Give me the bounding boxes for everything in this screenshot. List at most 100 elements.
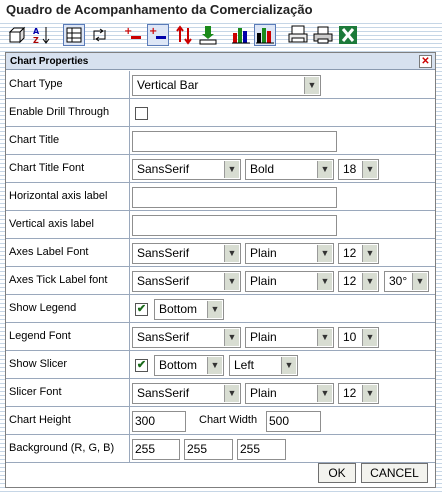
slicer-position-select[interactable]: Bottom ▼ <box>154 355 224 376</box>
chart-type-select[interactable]: Vertical Bar ▼ <box>132 75 321 96</box>
close-icon[interactable]: ✕ <box>419 55 432 68</box>
window-title: Quadro de Acompanhamento da Comercializa… <box>0 0 442 20</box>
bar-chart-icon[interactable] <box>230 24 252 46</box>
axes-tick-font-style-select[interactable]: Plain ▼ <box>245 271 334 292</box>
row-axes-label-font: Axes Label Font SansSerif ▼ Plain ▼ 12 ▼ <box>6 239 435 267</box>
chevron-down-icon: ▼ <box>362 385 377 402</box>
sort-arrows-icon[interactable] <box>173 24 195 46</box>
legend-position-select[interactable]: Bottom ▼ <box>154 299 224 320</box>
chevron-down-icon: ▼ <box>317 161 332 178</box>
chevron-down-icon: ▼ <box>224 385 239 402</box>
vertical-axis-label-input[interactable] <box>132 215 337 236</box>
legend-font-label: Legend Font <box>9 330 71 342</box>
print-icon[interactable] <box>312 24 334 46</box>
horizontal-axis-label-label: Horizontal axis label <box>9 190 108 202</box>
dialog-title: Chart Properties <box>6 53 435 70</box>
chart-title-input[interactable] <box>132 131 337 152</box>
show-slicer-checkbox[interactable]: ✔ <box>135 359 148 372</box>
toolbar: AZ + + <box>0 22 442 50</box>
chart-properties-icon[interactable] <box>254 24 276 46</box>
slicer-font-family-select[interactable]: SansSerif ▼ <box>132 383 241 404</box>
expand-minus-icon[interactable]: + <box>122 24 144 46</box>
show-slicer-label: Show Slicer <box>9 358 68 370</box>
slicer-font-label: Slicer Font <box>9 386 62 398</box>
axes-label-font-style-select[interactable]: Plain ▼ <box>245 243 334 264</box>
chevron-down-icon: ▼ <box>362 273 377 290</box>
row-show-legend: Show Legend ✔ Bottom ▼ <box>6 295 435 323</box>
drill-through-label: Enable Drill Through <box>9 106 110 118</box>
svg-text:+: + <box>149 26 157 37</box>
background-b-input[interactable]: 255 <box>237 439 286 460</box>
row-chart-type: Chart Type Vertical Bar ▼ <box>6 71 435 99</box>
chevron-down-icon: ▼ <box>207 357 222 374</box>
row-chart-title-font: Chart Title Font SansSerif ▼ Bold ▼ 18 ▼ <box>6 155 435 183</box>
chevron-down-icon: ▼ <box>317 245 332 262</box>
axes-label-font-size-select[interactable]: 12 ▼ <box>338 243 379 264</box>
collapse-minus-icon[interactable]: + <box>147 24 169 46</box>
chevron-down-icon: ▼ <box>317 385 332 402</box>
chevron-down-icon: ▼ <box>362 161 377 178</box>
row-slicer-font: Slicer Font SansSerif ▼ Plain ▼ 12 ▼ <box>6 379 435 407</box>
export-down-icon[interactable] <box>197 24 219 46</box>
row-drill-through: Enable Drill Through <box>6 99 435 127</box>
chevron-down-icon: ▼ <box>304 77 319 94</box>
row-axes-tick-label-font: Axes Tick Label font SansSerif ▼ Plain ▼… <box>6 267 435 295</box>
svg-text:+: + <box>124 26 132 37</box>
legend-font-family-select[interactable]: SansSerif ▼ <box>132 327 241 348</box>
chevron-down-icon: ▼ <box>317 273 332 290</box>
sort-az-icon[interactable]: AZ <box>31 24 53 46</box>
row-show-slicer: Show Slicer ✔ Bottom ▼ Left ▼ <box>6 351 435 379</box>
horizontal-axis-label-input[interactable] <box>132 187 337 208</box>
chart-type-label: Chart Type <box>9 78 63 90</box>
background-g-input[interactable]: 255 <box>184 439 233 460</box>
chart-height-input[interactable]: 300 <box>132 411 186 432</box>
chevron-down-icon: ▼ <box>224 245 239 262</box>
slicer-align-select[interactable]: Left ▼ <box>229 355 298 376</box>
row-chart-size: Chart Height 300 Chart Width 500 <box>6 407 435 435</box>
slicer-font-size-select[interactable]: 12 ▼ <box>338 383 379 404</box>
chart-title-font-family-select[interactable]: SansSerif ▼ <box>132 159 241 180</box>
chart-title-label: Chart Title <box>9 134 60 146</box>
chart-width-input[interactable]: 500 <box>266 411 321 432</box>
row-horizontal-axis-label: Horizontal axis label <box>6 183 435 211</box>
chevron-down-icon: ▼ <box>281 357 296 374</box>
legend-font-size-select[interactable]: 10 ▼ <box>338 327 379 348</box>
axes-tick-rotation-select[interactable]: 30° ▼ <box>384 271 429 292</box>
ok-button[interactable]: OK <box>318 463 356 483</box>
cube-icon[interactable] <box>6 24 28 46</box>
legend-font-style-select[interactable]: Plain ▼ <box>245 327 334 348</box>
background-label: Background (R, G, B) <box>9 442 115 454</box>
table-toggle-icon[interactable] <box>63 24 85 46</box>
background-r-input[interactable]: 255 <box>132 439 180 460</box>
excel-icon[interactable] <box>337 24 359 46</box>
axes-label-font-label: Axes Label Font <box>9 246 89 258</box>
chart-height-label: Chart Height <box>9 414 71 426</box>
axes-label-font-family-select[interactable]: SansSerif ▼ <box>132 243 241 264</box>
swap-axes-icon[interactable] <box>88 24 110 46</box>
chevron-down-icon: ▼ <box>362 329 377 346</box>
axes-tick-font-family-select[interactable]: SansSerif ▼ <box>132 271 241 292</box>
chevron-down-icon: ▼ <box>224 329 239 346</box>
show-legend-checkbox[interactable]: ✔ <box>135 303 148 316</box>
vertical-axis-label-label: Vertical axis label <box>9 218 94 230</box>
slicer-font-style-select[interactable]: Plain ▼ <box>245 383 334 404</box>
row-vertical-axis-label: Vertical axis label <box>6 211 435 239</box>
drill-through-checkbox[interactable] <box>135 107 148 120</box>
chevron-down-icon: ▼ <box>362 245 377 262</box>
chevron-down-icon: ▼ <box>317 329 332 346</box>
row-legend-font: Legend Font SansSerif ▼ Plain ▼ 10 ▼ <box>6 323 435 351</box>
chart-properties-dialog: Chart Properties ✕ Chart Type Vertical B… <box>5 52 436 488</box>
show-legend-label: Show Legend <box>9 302 77 314</box>
cancel-button[interactable]: CANCEL <box>361 463 428 483</box>
row-background: Background (R, G, B) 255 255 255 <box>6 435 435 463</box>
chart-title-font-style-select[interactable]: Bold ▼ <box>245 159 334 180</box>
chevron-down-icon: ▼ <box>224 161 239 178</box>
chart-title-font-label: Chart Title Font <box>9 162 85 174</box>
svg-text:A: A <box>33 27 40 36</box>
axes-tick-label-font-label: Axes Tick Label font <box>9 274 108 286</box>
chart-width-label: Chart Width <box>199 414 258 426</box>
chart-title-font-size-select[interactable]: 18 ▼ <box>338 159 379 180</box>
print-setup-icon[interactable] <box>287 24 309 46</box>
axes-tick-font-size-select[interactable]: 12 ▼ <box>338 271 379 292</box>
chevron-down-icon: ▼ <box>207 301 222 318</box>
